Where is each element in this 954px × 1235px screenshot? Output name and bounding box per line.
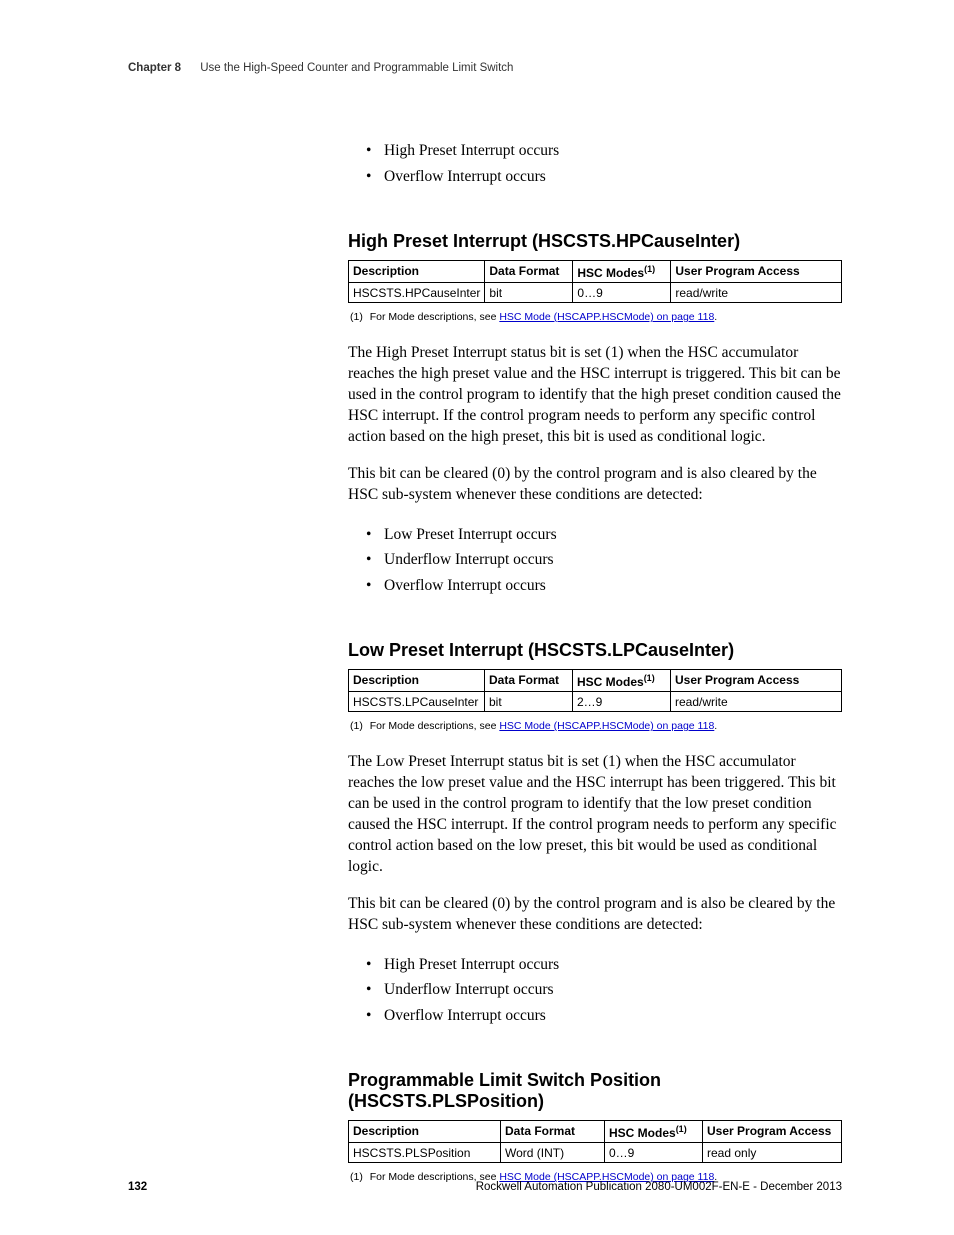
th-data-format: Data Format	[485, 261, 573, 283]
td-description: HSCSTS.HPCauseInter	[349, 283, 485, 303]
footnote-text: For Mode descriptions, see	[370, 311, 500, 323]
table-footnote: (1) For Mode descriptions, see HSC Mode …	[348, 311, 842, 323]
spec-table: Description Data Format HSC Modes(1) Use…	[348, 669, 842, 712]
page-footer: 132 Rockwell Automation Publication 2080…	[128, 1181, 842, 1193]
body-paragraph: This bit can be cleared (0) by the contr…	[348, 464, 842, 506]
list-item: Overflow Interrupt occurs	[384, 164, 842, 190]
th-hsc-modes: HSC Modes(1)	[573, 670, 671, 692]
body-paragraph: The High Preset Interrupt status bit is …	[348, 343, 842, 448]
footnote-num: (1)	[350, 311, 363, 323]
page-content: High Preset Interrupt occurs Overflow In…	[128, 80, 842, 1183]
th-user-program-access: User Program Access	[671, 261, 842, 283]
list-item: High Preset Interrupt occurs	[384, 952, 842, 978]
chapter-title: Use the High-Speed Counter and Programma…	[200, 62, 513, 74]
section-list: High Preset Interrupt occurs Underflow I…	[348, 952, 842, 1029]
td-user-program-access: read/write	[671, 283, 842, 303]
table-footnote: (1) For Mode descriptions, see HSC Mode …	[348, 720, 842, 732]
td-description: HSCSTS.PLSPosition	[349, 1143, 501, 1163]
footnote-link[interactable]: HSC Mode (HSCAPP.HSCMode) on page 118	[499, 311, 714, 323]
section-heading: High Preset Interrupt (HSCSTS.HPCauseInt…	[348, 231, 842, 252]
list-item: Underflow Interrupt occurs	[384, 547, 842, 573]
td-data-format: bit	[485, 692, 573, 712]
list-item: Overflow Interrupt occurs	[384, 573, 842, 599]
list-item: High Preset Interrupt occurs	[384, 138, 842, 164]
publication-info: Rockwell Automation Publication 2080-UM0…	[476, 1181, 842, 1193]
body-paragraph: The Low Preset Interrupt status bit is s…	[348, 752, 842, 878]
td-hsc-modes: 0…9	[573, 283, 671, 303]
footnote-num: (1)	[350, 720, 363, 732]
intro-list: High Preset Interrupt occurs Overflow In…	[348, 138, 842, 189]
th-hsc-modes-text: HSC Modes	[609, 1126, 676, 1140]
th-data-format: Data Format	[501, 1121, 605, 1143]
td-user-program-access: read/write	[671, 692, 842, 712]
footnote-suffix: .	[714, 720, 717, 732]
chapter-label: Chapter 8	[128, 62, 181, 74]
th-hsc-modes: HSC Modes(1)	[573, 261, 671, 283]
section-heading: Low Preset Interrupt (HSCSTS.LPCauseInte…	[348, 640, 842, 661]
td-data-format: bit	[485, 283, 573, 303]
th-superscript: (1)	[676, 1124, 687, 1134]
footnote-link[interactable]: HSC Mode (HSCAPP.HSCMode) on page 118	[499, 720, 714, 732]
th-user-program-access: User Program Access	[671, 670, 842, 692]
td-description: HSCSTS.LPCauseInter	[349, 692, 485, 712]
section-list: Low Preset Interrupt occurs Underflow In…	[348, 522, 842, 599]
th-hsc-modes: HSC Modes(1)	[605, 1121, 703, 1143]
th-data-format: Data Format	[485, 670, 573, 692]
th-hsc-modes-text: HSC Modes	[577, 266, 644, 280]
list-item: Overflow Interrupt occurs	[384, 1003, 842, 1029]
footnote-text: For Mode descriptions, see	[370, 720, 500, 732]
list-item: Underflow Interrupt occurs	[384, 977, 842, 1003]
footnote-suffix: .	[714, 311, 717, 323]
th-superscript: (1)	[644, 264, 655, 274]
spec-table: Description Data Format HSC Modes(1) Use…	[348, 260, 842, 303]
th-description: Description	[349, 261, 485, 283]
td-data-format: Word (INT)	[501, 1143, 605, 1163]
list-item: Low Preset Interrupt occurs	[384, 522, 842, 548]
body-paragraph: This bit can be cleared (0) by the contr…	[348, 894, 842, 936]
th-user-program-access: User Program Access	[703, 1121, 842, 1143]
th-description: Description	[349, 1121, 501, 1143]
td-hsc-modes: 2…9	[573, 692, 671, 712]
th-hsc-modes-text: HSC Modes	[577, 675, 644, 689]
td-hsc-modes: 0…9	[605, 1143, 703, 1163]
td-user-program-access: read only	[703, 1143, 842, 1163]
page-number: 132	[128, 1181, 147, 1193]
page-header: Chapter 8 Use the High-Speed Counter and…	[128, 62, 842, 80]
th-description: Description	[349, 670, 485, 692]
th-superscript: (1)	[644, 673, 655, 683]
spec-table: Description Data Format HSC Modes(1) Use…	[348, 1120, 842, 1163]
section-heading: Programmable Limit Switch Position (HSCS…	[348, 1070, 842, 1112]
